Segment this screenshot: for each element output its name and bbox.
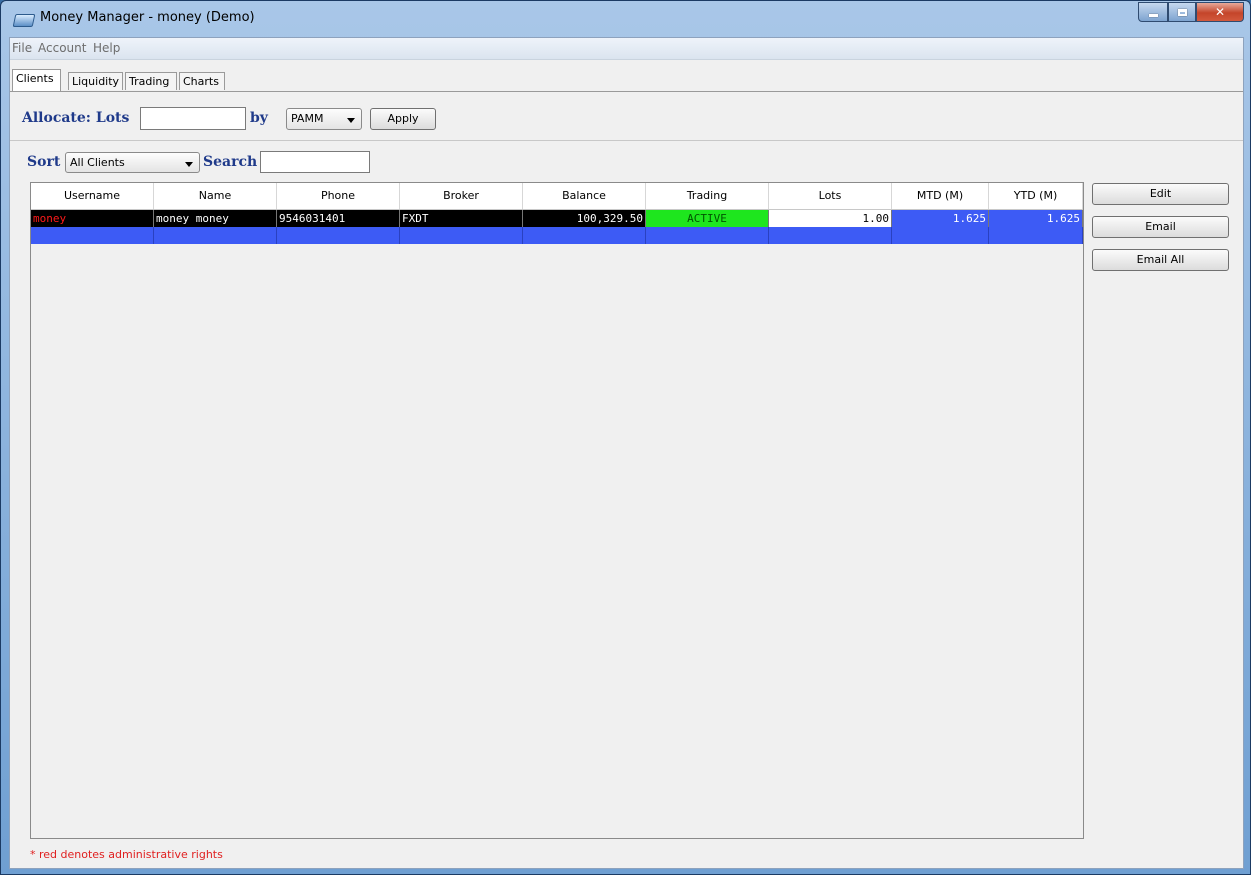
maximize-button[interactable] <box>1168 2 1196 22</box>
cell-trading-status[interactable]: ACTIVE <box>646 210 769 227</box>
title-bar[interactable]: Money Manager - money (Demo) ✕ <box>1 1 1250 37</box>
cell-mtd[interactable]: 1.625 <box>892 210 989 227</box>
column-balance[interactable]: Balance <box>523 183 646 209</box>
email-all-button[interactable]: Email All <box>1092 249 1229 271</box>
allocation-method-value: PAMM <box>291 112 324 125</box>
allocate-label: Allocate: Lots <box>22 110 130 126</box>
app-window: Money Manager - money (Demo) ✕ File Acco… <box>0 0 1251 875</box>
allocation-method-select[interactable]: PAMM <box>286 108 362 130</box>
column-username[interactable]: Username <box>31 183 154 209</box>
cell-broker[interactable]: FXDT <box>400 210 523 227</box>
column-name[interactable]: Name <box>154 183 277 209</box>
tab-trading[interactable]: Trading <box>125 72 177 90</box>
cell-empty[interactable] <box>31 227 154 244</box>
tab-clients[interactable]: Clients <box>12 69 61 91</box>
window-title: Money Manager - money (Demo) <box>40 10 255 25</box>
column-phone[interactable]: Phone <box>277 183 400 209</box>
column-lots[interactable]: Lots <box>769 183 892 209</box>
menu-bar: File Account Help <box>10 38 1243 60</box>
table-row[interactable]: money money money 9546031401 FXDT 100,32… <box>31 210 1083 227</box>
tab-charts[interactable]: Charts <box>179 72 225 90</box>
close-button[interactable]: ✕ <box>1196 2 1244 22</box>
column-trading[interactable]: Trading <box>646 183 769 209</box>
sort-label: Sort <box>27 154 61 170</box>
column-mtd[interactable]: MTD (M) <box>892 183 989 209</box>
cell-lots[interactable]: 1.00 <box>769 210 892 227</box>
admin-footnote: * red denotes administrative rights <box>30 848 223 861</box>
sort-select[interactable]: All Clients <box>65 152 200 173</box>
menu-help[interactable]: Help <box>93 41 120 55</box>
by-label: by <box>250 110 268 126</box>
cell-empty[interactable] <box>769 227 892 244</box>
cell-empty[interactable] <box>646 227 769 244</box>
cell-username[interactable]: money <box>31 210 154 227</box>
sort-value: All Clients <box>70 156 125 169</box>
email-button[interactable]: Email <box>1092 216 1229 238</box>
cell-balance[interactable]: 100,329.50 <box>523 210 646 227</box>
minimize-button[interactable] <box>1138 2 1168 22</box>
cell-phone[interactable]: 9546031401 <box>277 210 400 227</box>
edit-button[interactable]: Edit <box>1092 183 1229 205</box>
chevron-down-icon <box>185 162 193 167</box>
cell-empty[interactable] <box>989 227 1083 244</box>
column-broker[interactable]: Broker <box>400 183 523 209</box>
table-header: Username Name Phone Broker Balance Tradi… <box>31 183 1083 210</box>
clients-table: Username Name Phone Broker Balance Tradi… <box>30 182 1084 839</box>
chevron-down-icon <box>347 118 355 123</box>
menu-account[interactable]: Account <box>38 41 86 55</box>
app-icon <box>12 14 36 27</box>
cell-ytd[interactable]: 1.625 <box>989 210 1083 227</box>
lots-input[interactable] <box>140 107 246 130</box>
client-area: File Account Help Clients Liquidity Trad… <box>9 37 1244 869</box>
cell-empty[interactable] <box>892 227 989 244</box>
cell-name[interactable]: money money <box>154 210 277 227</box>
tab-liquidity[interactable]: Liquidity <box>68 72 123 90</box>
column-ytd[interactable]: YTD (M) <box>989 183 1083 209</box>
cell-empty[interactable] <box>154 227 277 244</box>
apply-button[interactable]: Apply <box>370 108 436 130</box>
minimize-icon <box>1148 13 1158 17</box>
search-input[interactable] <box>260 151 370 173</box>
menu-file[interactable]: File <box>12 41 32 55</box>
table-row-new[interactable] <box>31 227 1083 244</box>
cell-empty[interactable] <box>523 227 646 244</box>
allocate-panel: Allocate: Lots by PAMM Apply <box>10 92 1243 141</box>
maximize-icon <box>1177 8 1187 16</box>
cell-empty[interactable] <box>277 227 400 244</box>
cell-empty[interactable] <box>400 227 523 244</box>
caption-buttons: ✕ <box>1138 2 1244 22</box>
search-label: Search <box>203 154 258 170</box>
close-icon: ✕ <box>1214 5 1226 19</box>
